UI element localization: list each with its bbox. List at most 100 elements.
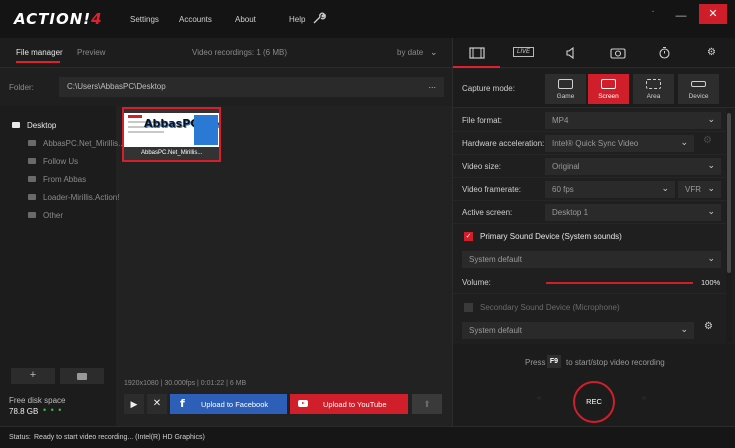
primary-device-value: System default — [469, 255, 522, 264]
play-button[interactable]: ▶ — [124, 394, 144, 414]
file-format-value: MP4 — [552, 116, 569, 125]
secondary-device-value: System default — [469, 326, 522, 335]
primary-sound-checkbox[interactable]: ✓ — [464, 232, 473, 241]
mode-screen-button[interactable]: Screen — [588, 74, 629, 104]
upload-facebook-label: Upload to Facebook — [201, 400, 269, 409]
window-dot: · — [651, 6, 655, 17]
thumb-side-panel — [194, 115, 218, 145]
hw-accel-select[interactable]: Intel® Quick Sync Video ⌄ — [545, 135, 694, 152]
video-size-select[interactable]: Original ⌄ — [545, 158, 721, 175]
mode-area-button[interactable]: Area — [633, 74, 674, 104]
active-screen-select[interactable]: Desktop 1 ⌄ — [545, 204, 721, 221]
framerate-row: Video framerate: 60 fps ⌄ VFR ⌄ — [453, 178, 726, 201]
chevron-down-icon: ⌄ — [680, 324, 688, 334]
tree-item-other[interactable]: Other — [0, 208, 116, 226]
minimize-button[interactable]: — — [672, 10, 690, 22]
file-format-label: File format: — [462, 116, 503, 125]
mode-game-label: Game — [556, 93, 575, 100]
gamepad-icon — [558, 79, 573, 89]
thumb-caption: AbbasPC.Net_Mirillis... — [124, 147, 219, 160]
vfr-select[interactable]: VFR ⌄ — [678, 181, 721, 198]
upload-youtube-button[interactable]: Upload to YouTube — [290, 394, 408, 414]
mode-game-button[interactable]: Game — [545, 74, 586, 104]
file-format-select[interactable]: MP4 ⌄ — [545, 112, 721, 129]
framerate-label: Video framerate: — [462, 185, 521, 194]
chevron-down-icon[interactable]: ⌄ — [430, 47, 438, 58]
tree-item-follow-us[interactable]: Follow Us — [0, 154, 116, 172]
status-text: Ready to start video recording... (Intel… — [34, 434, 205, 441]
recording-panel: LIVE ⚙ Capture mode: Game Screen Area De… — [452, 38, 735, 426]
wrench-icon[interactable] — [312, 11, 326, 28]
tree-buttons: + — [0, 364, 116, 388]
chevron-down-icon: ⌄ — [707, 114, 715, 124]
folder-label: Folder: — [9, 83, 34, 92]
hw-accel-row: Hardware acceleration: Intel® Quick Sync… — [453, 132, 726, 155]
upload-facebook-button[interactable]: f Upload to Facebook — [170, 394, 287, 414]
tab-settings[interactable]: ⚙ — [688, 38, 735, 68]
secondary-sound-checkbox[interactable] — [464, 303, 473, 312]
record-button[interactable]: REC — [573, 381, 615, 423]
tab-benchmark[interactable] — [641, 38, 688, 68]
folder-path-field[interactable]: C:\Users\AbbasPC\Desktop ... — [59, 77, 444, 97]
chevron-down-icon: ⌄ — [707, 206, 715, 216]
tree-item-loader[interactable]: Loader-Mirillis.Action! — [0, 190, 119, 208]
mode-tabs: LIVE ⚙ — [453, 38, 735, 68]
tree-item-desktop[interactable]: Desktop — [0, 118, 116, 136]
live-icon: LIVE — [512, 47, 534, 58]
recording-settings: File format: MP4 ⌄ Hardware acceleration… — [453, 109, 726, 343]
tab-video[interactable] — [453, 38, 500, 68]
tab-live[interactable]: LIVE — [500, 38, 547, 68]
menu-help[interactable]: Help — [289, 15, 305, 24]
secondary-sound-row: Secondary Sound Device (Microphone) — [453, 297, 726, 320]
app-logo: ACTION!4 — [14, 10, 103, 28]
folder-path: C:\Users\AbbasPC\Desktop — [67, 82, 166, 91]
tree-item-from-abbas[interactable]: From Abbas — [0, 172, 116, 190]
primary-device-select[interactable]: System default ⌄ — [462, 251, 721, 268]
folder-icon — [12, 122, 20, 128]
facebook-icon: f — [180, 397, 185, 410]
volume-slider[interactable] — [546, 282, 693, 284]
film-icon — [468, 47, 485, 59]
settings-scrollbar[interactable] — [726, 109, 732, 343]
menu-settings[interactable]: Settings — [130, 15, 159, 24]
menu-accounts[interactable]: Accounts — [179, 15, 212, 24]
gear-icon[interactable]: ⚙ — [704, 321, 713, 332]
active-screen-label: Active screen: — [462, 208, 513, 217]
add-folder-button[interactable]: + — [11, 368, 55, 384]
gear-icon: ⚙ — [707, 47, 716, 58]
tree-item-abbaspc[interactable]: AbbasPC.Net_Mirillis... — [0, 136, 125, 154]
framerate-select[interactable]: 60 fps ⌄ — [545, 181, 675, 198]
sort-select[interactable]: by date — [397, 48, 423, 57]
menu-about[interactable]: About — [235, 15, 256, 24]
tab-file-manager[interactable]: File manager — [16, 48, 63, 57]
app-window: ACTION!4 Settings Accounts About Help · … — [0, 0, 735, 448]
tab-preview[interactable]: Preview — [77, 48, 105, 57]
status-bar: Status: Ready to start video recording..… — [0, 426, 735, 448]
tab-audio[interactable] — [547, 38, 594, 68]
browse-button[interactable]: ... — [428, 80, 436, 90]
disk-space-label: Free disk space — [9, 396, 66, 405]
chevron-down-icon: ⌄ — [707, 160, 715, 170]
recordings-count: Video recordings: 1 (6 MB) — [192, 48, 288, 57]
disk-status-dots: • • • — [43, 405, 63, 415]
title-bar: ACTION!4 Settings Accounts About Help · … — [0, 0, 735, 38]
folder-icon — [28, 176, 36, 182]
folder-icon — [28, 194, 36, 200]
chevron-down-icon: ⌄ — [661, 183, 669, 193]
video-thumbnail[interactable]: AbbasPC.Net AbbasPC.Net_Mirillis... — [122, 107, 221, 162]
upload-button[interactable]: ⬆ — [412, 394, 442, 414]
scrollbar-thumb[interactable] — [727, 113, 731, 273]
primary-device-row: System default ⌄ — [453, 248, 726, 271]
open-folder-button[interactable] — [60, 368, 104, 384]
secondary-device-select[interactable]: System default ⌄ — [462, 322, 694, 339]
video-size-value: Original — [552, 162, 580, 171]
video-size-row: Video size: Original ⌄ — [453, 155, 726, 178]
delete-button[interactable]: ✕ — [147, 394, 167, 414]
mode-device-button[interactable]: Device — [678, 74, 719, 104]
disk-space: Free disk space 78.8 GB • • • — [0, 390, 116, 426]
tab-screenshot[interactable] — [594, 38, 641, 68]
capture-mode-row: Capture mode: Game Screen Area Device — [453, 69, 735, 108]
folder-icon — [28, 212, 36, 218]
gear-icon[interactable]: ⚙ — [703, 135, 712, 146]
close-button[interactable]: ✕ — [699, 4, 727, 24]
